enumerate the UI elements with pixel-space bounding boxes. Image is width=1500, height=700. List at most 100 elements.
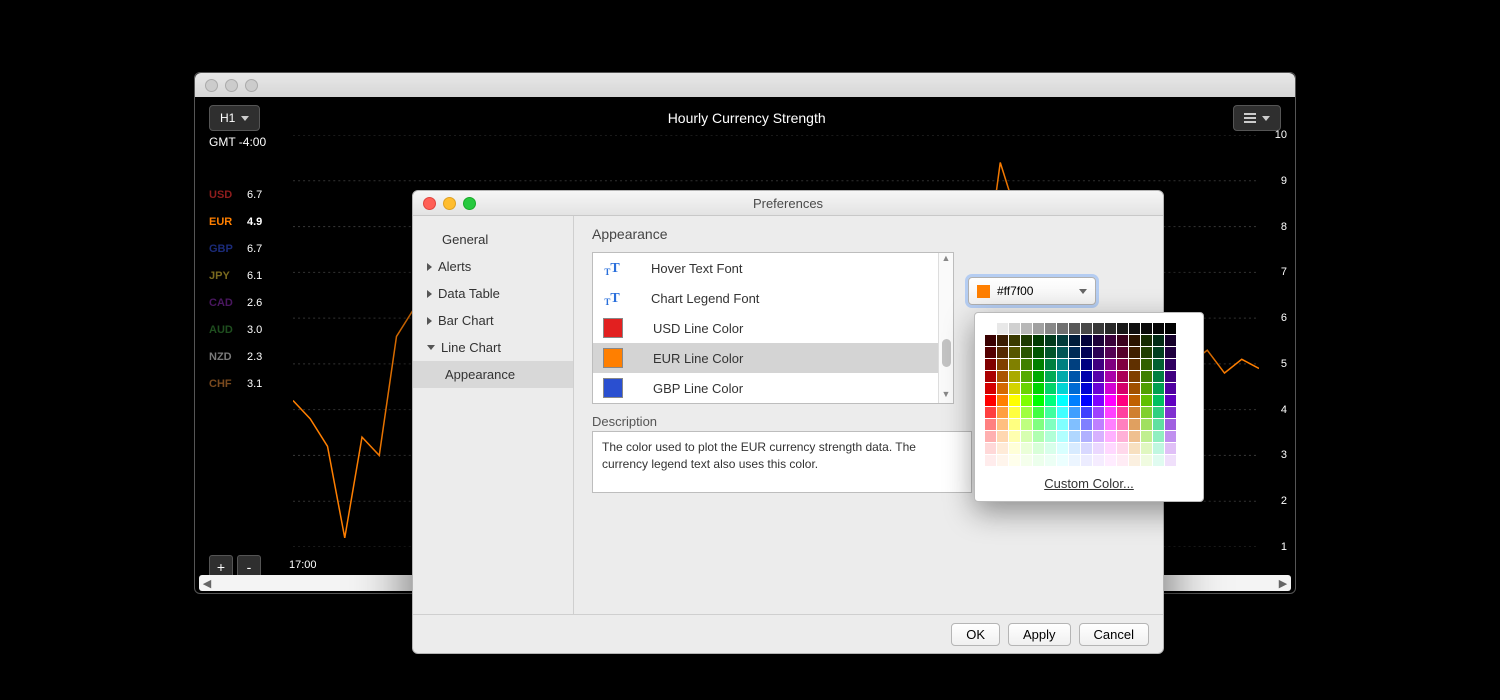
palette-swatch[interactable] [1117,371,1128,382]
palette-swatch[interactable] [1153,419,1164,430]
cancel-button[interactable]: Cancel [1079,623,1149,646]
palette-swatch[interactable] [1069,443,1080,454]
palette-swatch[interactable] [1093,347,1104,358]
palette-swatch[interactable] [1021,371,1032,382]
palette-swatch[interactable] [1165,395,1176,406]
palette-swatch[interactable] [1045,371,1056,382]
palette-swatch[interactable] [985,407,996,418]
palette-swatch[interactable] [1105,407,1116,418]
palette-swatch[interactable] [1141,443,1152,454]
palette-swatch[interactable] [1093,431,1104,442]
legend-row-cad[interactable]: CAD2.6 [209,289,262,316]
palette-swatch[interactable] [1153,431,1164,442]
palette-swatch[interactable] [1021,359,1032,370]
palette-swatch[interactable] [1009,395,1020,406]
palette-swatch[interactable] [1105,335,1116,346]
palette-swatch[interactable] [1009,371,1020,382]
palette-swatch[interactable] [1069,395,1080,406]
palette-swatch[interactable] [1033,407,1044,418]
palette-swatch[interactable] [1165,455,1176,466]
palette-swatch[interactable] [1057,359,1068,370]
palette-swatch[interactable] [985,359,996,370]
palette-swatch[interactable] [1009,407,1020,418]
palette-swatch[interactable] [1105,395,1116,406]
scroll-right-icon[interactable]: ▶ [1275,577,1291,590]
palette-swatch[interactable] [1069,323,1080,334]
palette-swatch[interactable] [997,323,1008,334]
palette-swatch[interactable] [997,347,1008,358]
property-row[interactable]: GBP Line Color [593,373,953,403]
palette-swatch[interactable] [1081,371,1092,382]
palette-swatch[interactable] [1153,359,1164,370]
palette-swatch[interactable] [1045,443,1056,454]
timeframe-dropdown[interactable]: H1 [209,105,260,131]
palette-swatch[interactable] [1021,347,1032,358]
palette-swatch[interactable] [1153,395,1164,406]
palette-swatch[interactable] [1141,455,1152,466]
ok-button[interactable]: OK [951,623,1000,646]
palette-swatch[interactable] [1069,335,1080,346]
palette-swatch[interactable] [1093,323,1104,334]
sidebar-item-line-chart[interactable]: Line Chart [413,334,573,361]
palette-swatch[interactable] [1129,383,1140,394]
palette-swatch[interactable] [1081,407,1092,418]
legend-row-usd[interactable]: USD6.7 [209,181,262,208]
palette-swatch[interactable] [1021,455,1032,466]
palette-swatch[interactable] [997,455,1008,466]
legend-row-jpy[interactable]: JPY6.1 [209,262,262,289]
palette-swatch[interactable] [1153,371,1164,382]
palette-swatch[interactable] [1045,419,1056,430]
palette-swatch[interactable] [1057,395,1068,406]
palette-swatch[interactable] [1129,395,1140,406]
palette-swatch[interactable] [985,419,996,430]
palette-swatch[interactable] [1153,407,1164,418]
palette-swatch[interactable] [1105,323,1116,334]
palette-swatch[interactable] [1081,347,1092,358]
palette-swatch[interactable] [1153,443,1164,454]
palette-swatch[interactable] [1093,419,1104,430]
legend-row-nzd[interactable]: NZD2.3 [209,343,262,370]
color-palette[interactable] [985,323,1193,466]
palette-swatch[interactable] [1117,383,1128,394]
palette-swatch[interactable] [985,431,996,442]
palette-swatch[interactable] [1009,419,1020,430]
palette-swatch[interactable] [1069,347,1080,358]
chart-menu-button[interactable] [1233,105,1281,131]
palette-swatch[interactable] [1045,383,1056,394]
palette-swatch[interactable] [1141,383,1152,394]
sidebar-item-data-table[interactable]: Data Table [413,280,573,307]
palette-swatch[interactable] [1129,443,1140,454]
palette-swatch[interactable] [1165,419,1176,430]
palette-swatch[interactable] [1141,431,1152,442]
sidebar-item-bar-chart[interactable]: Bar Chart [413,307,573,334]
palette-swatch[interactable] [1129,335,1140,346]
palette-swatch[interactable] [1141,395,1152,406]
palette-swatch[interactable] [1105,431,1116,442]
palette-swatch[interactable] [1093,335,1104,346]
palette-swatch[interactable] [1045,431,1056,442]
palette-swatch[interactable] [1009,359,1020,370]
palette-swatch[interactable] [1033,455,1044,466]
property-row[interactable]: TTChart Legend Font [593,283,953,313]
palette-swatch[interactable] [1057,383,1068,394]
palette-swatch[interactable] [985,335,996,346]
palette-swatch[interactable] [1141,371,1152,382]
palette-swatch[interactable] [1057,443,1068,454]
palette-swatch[interactable] [1057,407,1068,418]
palette-swatch[interactable] [1033,383,1044,394]
palette-swatch[interactable] [1009,455,1020,466]
palette-swatch[interactable] [997,371,1008,382]
palette-swatch[interactable] [1009,431,1020,442]
palette-swatch[interactable] [1069,419,1080,430]
palette-swatch[interactable] [1129,359,1140,370]
palette-swatch[interactable] [1057,347,1068,358]
palette-swatch[interactable] [1081,419,1092,430]
palette-swatch[interactable] [1093,443,1104,454]
palette-swatch[interactable] [1105,359,1116,370]
palette-swatch[interactable] [1021,443,1032,454]
palette-swatch[interactable] [1009,323,1020,334]
palette-swatch[interactable] [1153,347,1164,358]
property-scrollbar[interactable]: ▲ ▼ [938,253,953,403]
palette-swatch[interactable] [1141,323,1152,334]
palette-swatch[interactable] [1045,407,1056,418]
